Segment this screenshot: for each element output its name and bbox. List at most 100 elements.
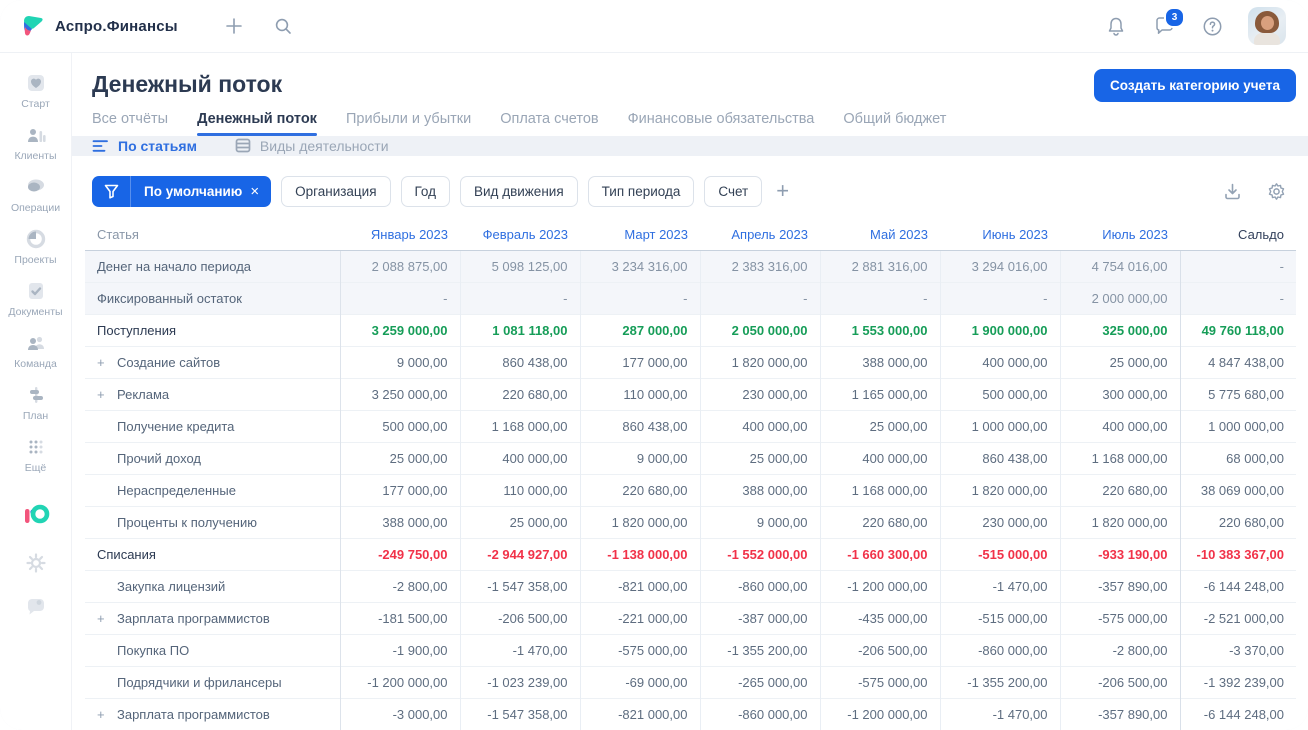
- topbar: Аспро.Финансы 3: [0, 0, 1308, 53]
- settings-gear-icon[interactable]: [24, 551, 48, 575]
- cell-month-2: 25 000,00: [459, 506, 580, 539]
- download-button[interactable]: [1220, 179, 1244, 203]
- table-row[interactable]: Фиксированный остаток - - - - - -2 000 000,00-: [85, 282, 1296, 315]
- cell-month-1: -249 750,00: [339, 538, 460, 571]
- filter-chip-organization[interactable]: Организация: [281, 175, 391, 207]
- filter-chip-period-type[interactable]: Тип периода: [587, 175, 695, 207]
- filter-chip-account[interactable]: Счет: [704, 175, 763, 207]
- cell-month-6: -1 355 200,00: [939, 666, 1060, 699]
- table-row[interactable]: Закупка лицензий -2 800,00 -1 547 358,00 -8…: [85, 570, 1296, 603]
- view-by-articles[interactable]: По статьям: [92, 138, 197, 154]
- column-header-month-5[interactable]: Май 2023: [820, 218, 940, 251]
- table-row[interactable]: Списания -249 750,00 -2 944 927,00 -1 138 0…: [85, 538, 1296, 571]
- cell-saldo: 1 000 000,00: [1179, 410, 1296, 443]
- expand-row-icon[interactable]: +: [97, 707, 111, 722]
- cell-month-7: 400 000,00: [1059, 410, 1180, 443]
- sidebar-item-start[interactable]: Старт: [3, 71, 69, 110]
- cell-month-3: -: [579, 282, 700, 315]
- row-label: + Зарплата программистов: [85, 602, 341, 635]
- cell-month-3: -575 000,00: [579, 634, 700, 667]
- tab-financial-obligations[interactable]: Финансовые обязательства: [628, 111, 815, 136]
- sidebar-item-operations[interactable]: Операции: [3, 175, 69, 214]
- messages-chat-icon[interactable]: 3: [1152, 7, 1185, 38]
- table-row[interactable]: Проценты к получению 388 000,00 25 000,00 1…: [85, 506, 1296, 539]
- cell-month-1: -3 000,00: [339, 698, 460, 730]
- table-row[interactable]: + Реклама 3 250 000,00 220 680,00 110 000,00…: [85, 378, 1296, 411]
- tab-profit-loss[interactable]: Прибыли и убытки: [346, 111, 471, 136]
- tab-cash-flow[interactable]: Денежный поток: [197, 111, 317, 136]
- sidebar-item-plan[interactable]: План: [3, 383, 69, 422]
- column-header-month-1[interactable]: Январь 2023: [340, 218, 460, 251]
- table-row[interactable]: Покупка ПО -1 900,00 -1 470,00 -575 000,00-…: [85, 634, 1296, 667]
- column-header-month-3[interactable]: Март 2023: [580, 218, 700, 251]
- cell-month-1: -: [339, 282, 460, 315]
- table-row[interactable]: + Зарплата программистов -181 500,00 -206 5…: [85, 602, 1296, 635]
- sidebar-item-documents[interactable]: Документы: [3, 279, 69, 318]
- sidebar-item-more[interactable]: Ещё: [3, 435, 69, 474]
- column-header-saldo: Сальдо: [1180, 218, 1296, 251]
- start-icon: [24, 71, 48, 95]
- sidebar-item-team[interactable]: Команда: [3, 331, 69, 370]
- expand-row-icon[interactable]: +: [97, 387, 111, 402]
- cell-month-1: 3 250 000,00: [339, 378, 460, 411]
- filter-chip-default[interactable]: По умолчанию ×: [92, 175, 272, 207]
- expand-row-icon[interactable]: +: [97, 611, 111, 626]
- cell-month-5: 400 000,00: [819, 442, 940, 475]
- user-avatar[interactable]: [1248, 7, 1286, 45]
- table-row[interactable]: Поступления 3 259 000,00 1 081 118,00 287 0…: [85, 314, 1296, 347]
- column-header-month-4[interactable]: Апрель 2023: [700, 218, 820, 251]
- table-settings-gear-icon[interactable]: [1264, 179, 1288, 203]
- table-row[interactable]: + Создание сайтов 9 000,00 860 438,00 177 00…: [85, 346, 1296, 379]
- row-label: Закупка лицензий: [85, 570, 341, 603]
- expand-row-icon[interactable]: +: [97, 355, 111, 370]
- cell-month-4: 230 000,00: [699, 378, 820, 411]
- table-row[interactable]: + Зарплата программистов -3 000,00 -1 547 3…: [85, 698, 1296, 730]
- help-icon[interactable]: [1200, 14, 1224, 38]
- search-button[interactable]: [272, 14, 296, 38]
- row-label: Прочий доход: [85, 442, 341, 475]
- create-category-button[interactable]: Создать категорию учета: [1094, 69, 1296, 102]
- main-content: Денежный поток Создать категорию учета В…: [72, 53, 1308, 730]
- column-header-month-6[interactable]: Июнь 2023: [940, 218, 1060, 251]
- tab-invoice-payment[interactable]: Оплата счетов: [500, 111, 598, 136]
- tab-all-reports[interactable]: Все отчёты: [92, 111, 168, 136]
- operations-icon: [24, 175, 48, 199]
- table-row[interactable]: Денег на начало периода 2 088 875,00 5 098…: [85, 250, 1296, 283]
- cell-month-1: -1 200 000,00: [339, 666, 460, 699]
- support-chat-icon[interactable]: [24, 595, 48, 619]
- column-header-month-2[interactable]: Февраль 2023: [460, 218, 580, 251]
- cell-month-4: -387 000,00: [699, 602, 820, 635]
- cell-month-7: -357 890,00: [1059, 698, 1180, 730]
- cell-month-6: 500 000,00: [939, 378, 1060, 411]
- quick-add-button[interactable]: [222, 14, 246, 38]
- cell-saldo: -3 370,00: [1179, 634, 1296, 667]
- cell-month-2: -: [459, 282, 580, 315]
- cell-month-6: 1 820 000,00: [939, 474, 1060, 507]
- row-label: + Реклама: [85, 378, 341, 411]
- brand[interactable]: Аспро.Финансы: [20, 13, 178, 39]
- cell-month-3: -821 000,00: [579, 698, 700, 730]
- cell-month-1: -181 500,00: [339, 602, 460, 635]
- aspro-logo-icon[interactable]: [21, 501, 51, 531]
- filter-chip-year[interactable]: Год: [400, 175, 451, 207]
- filter-chip-movement-type[interactable]: Вид движения: [460, 175, 578, 207]
- cell-month-7: -933 190,00: [1059, 538, 1180, 571]
- cell-month-4: -860 000,00: [699, 570, 820, 603]
- table-row[interactable]: Прочий доход 25 000,00 400 000,00 9 000,00 2…: [85, 442, 1296, 475]
- sidebar-item-clients[interactable]: Клиенты: [3, 123, 69, 162]
- table-row[interactable]: Получение кредита 500 000,00 1 168 000,00 8…: [85, 410, 1296, 443]
- view-by-activity[interactable]: Виды деятельности: [235, 138, 389, 154]
- cell-month-4: -860 000,00: [699, 698, 820, 730]
- notifications-bell-icon[interactable]: [1104, 14, 1128, 38]
- cell-month-4: 2 383 316,00: [699, 250, 820, 283]
- add-filter-button[interactable]: +: [776, 180, 789, 202]
- cell-month-5: 388 000,00: [819, 346, 940, 379]
- cell-month-5: -435 000,00: [819, 602, 940, 635]
- cell-month-1: 500 000,00: [339, 410, 460, 443]
- table-row[interactable]: Подрядчики и фрилансеры -1 200 000,00 -1 0…: [85, 666, 1296, 699]
- tab-general-budget[interactable]: Общий бюджет: [843, 111, 946, 136]
- column-header-month-7[interactable]: Июль 2023: [1060, 218, 1180, 251]
- sidebar-item-projects[interactable]: Проекты: [3, 227, 69, 266]
- remove-filter-icon[interactable]: ×: [248, 183, 271, 200]
- table-row[interactable]: Нераспределенные 177 000,00 110 000,00 220 …: [85, 474, 1296, 507]
